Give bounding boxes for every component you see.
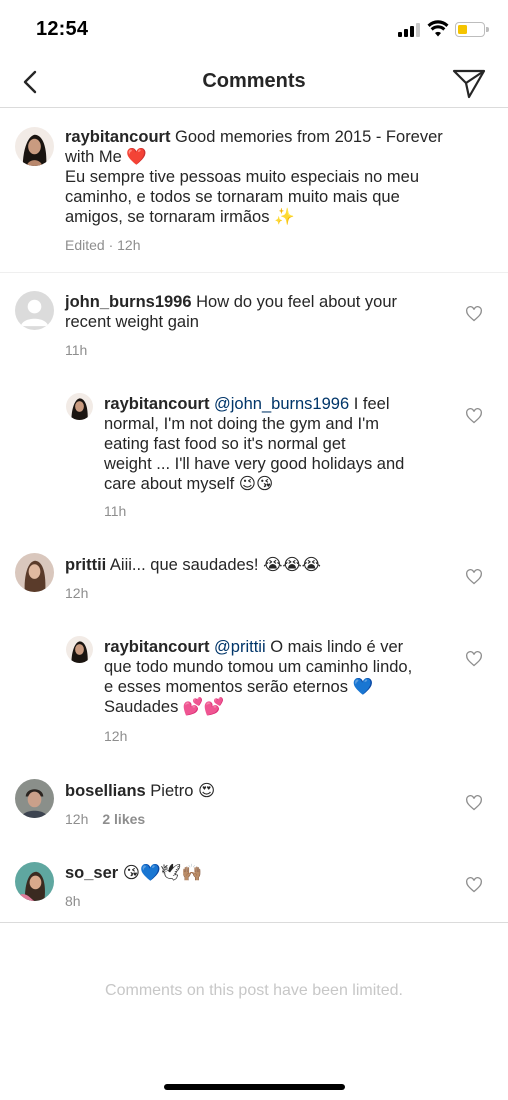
reply-time: 11h (104, 503, 127, 519)
comment-time: 8h (65, 893, 81, 909)
avatar[interactable] (15, 127, 54, 166)
caption-text: with Me ❤️ (65, 148, 147, 166)
reply-time: 12h (104, 728, 128, 744)
share-direct-icon[interactable] (450, 64, 488, 100)
comment-username[interactable]: prittii (65, 556, 106, 574)
page-title: Comments (202, 70, 306, 92)
comment-username[interactable]: so_ser (65, 864, 118, 882)
header: Comments (0, 56, 508, 108)
comment-text: recent weight gain (65, 313, 199, 331)
like-heart-icon[interactable] (465, 795, 483, 811)
comment-text: How do you feel about your (191, 293, 398, 311)
comment-text: Aiii... que saudades! 😭😭😭 (106, 556, 321, 574)
comment-text: Pietro 😍 (145, 782, 216, 800)
post-caption: raybitancourt Good memories from 2015 - … (0, 109, 508, 273)
avatar[interactable] (66, 636, 93, 663)
comments-limited-notice: Comments on this post have been limited. (105, 982, 403, 999)
like-heart-icon[interactable] (465, 877, 483, 893)
like-heart-icon[interactable] (465, 408, 483, 424)
like-heart-icon[interactable] (465, 306, 483, 322)
status-time: 12:54 (36, 18, 89, 40)
avatar[interactable] (15, 779, 54, 818)
like-heart-icon[interactable] (465, 569, 483, 585)
home-indicator[interactable] (164, 1084, 345, 1090)
avatar[interactable] (15, 553, 54, 592)
reply-mention[interactable]: @john_burns1996 (209, 395, 349, 413)
comment-username[interactable]: bosellians (65, 782, 146, 800)
comment-username[interactable]: john_burns1996 (65, 293, 192, 311)
comment-time: 12h (65, 811, 89, 827)
caption-text: Good memories from 2015 - Forever (170, 128, 443, 146)
comment-time: 11h (65, 342, 88, 358)
comment-text: 😘💙🕊🙌🏽 (118, 864, 203, 882)
reply-username[interactable]: raybitancourt (104, 395, 209, 413)
comment-time: 12h (65, 585, 89, 601)
reply-mention[interactable]: @prittii (209, 638, 266, 656)
comment-meta: 12h 2 likes (65, 811, 145, 827)
status-bar: 12:54 (0, 0, 508, 56)
cellular-signal-icon (398, 23, 420, 37)
reply-text: e esses momentos serão eternos 💙 (104, 678, 374, 696)
reply-text: O mais lindo é ver (265, 638, 404, 656)
caption-text: Eu sempre tive pessoas muito especiais n… (65, 168, 420, 186)
caption-text: caminho, e todos se tornaram muito mais … (65, 188, 400, 206)
reply-text: que todo mundo tomou um caminho lindo, (104, 658, 413, 676)
reply-text: normal, I'm not doing the gym and I'm (104, 415, 380, 433)
caption-text: amigos, se tornaram irmãos ✨ (65, 208, 295, 226)
wifi-icon (427, 20, 449, 37)
reply-text: eating fast food so it's normal get (104, 435, 346, 453)
avatar[interactable] (66, 393, 93, 420)
caption-username[interactable]: raybitancourt (65, 128, 170, 146)
reply-text: weight ... I'll have very good holidays … (104, 455, 405, 473)
battery-icon (455, 22, 489, 37)
caption-meta: Edited · 12h (65, 237, 141, 253)
reply-text: care about myself 😉😘 (104, 475, 274, 493)
avatar[interactable] (15, 862, 54, 901)
divider (0, 922, 508, 923)
like-heart-icon[interactable] (465, 651, 483, 667)
reply-text: Saudades 💕💕 (104, 698, 224, 716)
reply-username[interactable]: raybitancourt (104, 638, 209, 656)
reply-text: I feel (349, 395, 390, 413)
avatar[interactable] (15, 291, 54, 330)
likes-count[interactable]: 2 likes (102, 811, 145, 827)
